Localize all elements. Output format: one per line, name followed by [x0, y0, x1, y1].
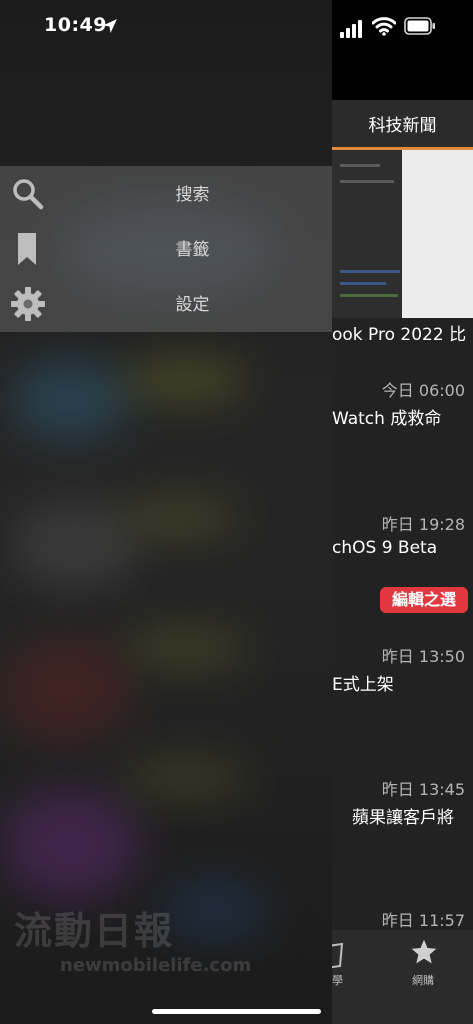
article-headline[interactable]: Watch 成救命: [332, 404, 441, 429]
article-time: 昨日 13:45: [381, 780, 465, 799]
menu-item-label: 書籤: [175, 240, 210, 260]
menu-item-bookmarks[interactable]: 書籤: [0, 221, 332, 276]
drawer-menu: 搜索 書籤 設定: [0, 166, 332, 332]
article-headline[interactable]: ook Pro 2022 比: [332, 320, 466, 345]
menu-item-search[interactable]: 搜索: [0, 166, 332, 221]
watermark-url: newmobilelife.com: [60, 955, 252, 976]
star-icon: [411, 939, 437, 964]
tab-learn-label: 學: [332, 974, 343, 987]
cellular-signal-icon: [340, 20, 362, 38]
side-drawer: 10:49 搜索 書籤 設定 流動日報 newmobilelife.com: [0, 0, 332, 1024]
article-time: 昨日 19:28: [381, 515, 465, 534]
tab-shopping-label: 網購: [412, 974, 434, 987]
status-time: 10:49: [44, 14, 107, 36]
nav-title: 科技新聞: [332, 100, 473, 150]
thumbnail-image: [332, 150, 402, 318]
article-thumbnail[interactable]: [332, 150, 473, 318]
article-time: 昨日 11:57: [381, 911, 465, 930]
article-time: 昨日 13:50: [381, 647, 465, 666]
battery-icon: [404, 17, 435, 35]
learn-icon: [332, 942, 344, 969]
article-headline[interactable]: E式上架: [332, 670, 394, 695]
article-time: 今日 06:00: [381, 381, 465, 400]
editor-pick-badge: 編輯之選: [380, 587, 468, 613]
menu-item-label: 設定: [175, 295, 210, 315]
article-headline[interactable]: chOS 9 Beta: [332, 538, 437, 558]
article-headline[interactable]: 蘋果讓客戶將: [352, 803, 454, 828]
menu-item-label: 搜索: [175, 185, 210, 205]
tab-learn[interactable]: [332, 940, 348, 972]
news-list-panel: 科技新聞 ook Pro 2022 比 今日 06:00 Watch 成救命 昨…: [332, 0, 473, 1024]
home-indicator: [152, 1009, 321, 1014]
tab-bar: 學 網購: [332, 930, 473, 1024]
top-bar: [332, 0, 473, 100]
location-arrow-icon: [103, 19, 117, 33]
wifi-icon: [372, 17, 396, 36]
tab-shopping[interactable]: [410, 938, 438, 966]
watermark-logo: 流動日報: [14, 909, 175, 953]
menu-item-settings[interactable]: 設定: [0, 276, 332, 331]
